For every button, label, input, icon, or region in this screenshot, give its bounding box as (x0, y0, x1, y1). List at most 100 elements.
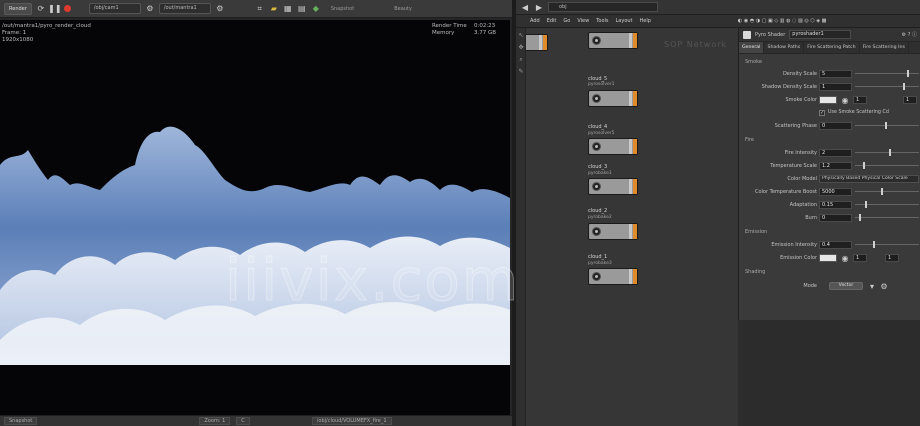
emission-color-g[interactable]: 1 (885, 254, 899, 262)
shadow-density-field[interactable]: 1 (819, 83, 852, 91)
region-icon[interactable]: ⌗ (255, 4, 265, 14)
burn-slider[interactable] (855, 214, 919, 221)
smoke-color-swatch[interactable] (819, 96, 837, 104)
pause-icon[interactable]: ❚❚ (48, 4, 61, 14)
shading-mode-button[interactable]: Vector (829, 282, 863, 290)
scatter-phase-field[interactable]: 0 (819, 122, 852, 130)
burn-field[interactable]: 0 (819, 214, 852, 222)
smoke-color-g[interactable]: 1 (903, 96, 917, 104)
slider-knob[interactable] (907, 70, 909, 77)
smoke-color-r[interactable]: 1 (853, 96, 867, 104)
scatter-phase-slider[interactable] (855, 122, 919, 129)
node-display-flag[interactable] (633, 269, 637, 284)
network-canvas[interactable]: SOP Network cloud_5 pyrosolver1 cloud_4 … (516, 28, 738, 426)
save-icon[interactable]: ▦ (283, 4, 293, 14)
tab-shadow-paths[interactable]: Shadow Paths (764, 42, 805, 53)
back-arrow-icon[interactable]: ◀ (520, 2, 530, 12)
node-cloud-5[interactable] (588, 90, 638, 107)
network-path-field[interactable]: obj (548, 2, 658, 12)
menu-icon[interactable]: ▾ (867, 281, 877, 291)
fire-intensity-slider[interactable] (855, 149, 919, 156)
node-display-flag[interactable] (633, 224, 637, 239)
node-cloud-4[interactable] (588, 138, 638, 155)
refresh-icon[interactable]: ⟳ (36, 4, 46, 14)
menu-tools[interactable]: Tools (596, 18, 608, 24)
select-tool-icon[interactable]: ↖ (517, 32, 525, 40)
menu-view[interactable]: View (577, 18, 589, 24)
menu-layout[interactable]: Layout (616, 18, 633, 24)
density-scale-field[interactable]: 5 (819, 70, 852, 78)
rop-settings-icon[interactable]: ⚙ (215, 4, 225, 14)
node-bypass-flag[interactable] (539, 35, 542, 50)
node-name-field[interactable]: pyroshader1 (789, 30, 852, 39)
camera-dropdown[interactable]: /obj/cam1 (88, 3, 141, 14)
fire-intensity-field[interactable]: 2 (819, 149, 852, 157)
note-tool-icon[interactable]: ✎ (517, 68, 525, 76)
rop-dropdown[interactable]: /out/mantra1 (158, 3, 211, 14)
adaptation-slider[interactable] (855, 201, 919, 208)
grid-icon[interactable]: ▤ (297, 4, 307, 14)
slider-knob[interactable] (865, 201, 867, 208)
snapshot-label[interactable]: Snapshot (325, 6, 360, 12)
statusbar-snapshot[interactable]: Snapshot (4, 417, 38, 425)
menu-help[interactable]: Help (640, 18, 651, 24)
tab-fire-scattering-ins[interactable]: Fire Scattering Ins (860, 42, 909, 53)
gear-icon[interactable]: ⚙ (879, 281, 889, 291)
folder-icon[interactable]: ▰ (269, 4, 279, 14)
color-temp-slider[interactable] (855, 188, 919, 195)
mode-label[interactable]: Beauty (388, 6, 418, 12)
node-display-flag[interactable] (633, 91, 637, 106)
tab-general[interactable]: General (739, 42, 765, 53)
node-cloud-2[interactable] (588, 223, 638, 240)
color-picker-icon[interactable]: ◉ (840, 95, 850, 105)
statusbar-path[interactable]: /obj/cloud/VOLUMEFX_fire_1 (311, 417, 392, 425)
node-bypass-flag[interactable] (629, 33, 632, 48)
color-icon[interactable]: ◆ (311, 4, 321, 14)
node-bypass-flag[interactable] (629, 139, 632, 154)
camera-settings-icon[interactable]: ⚙ (145, 4, 155, 14)
node-bypass-flag[interactable] (629, 91, 632, 106)
node-display-flag[interactable] (633, 139, 637, 154)
node-display-flag[interactable] (633, 179, 637, 194)
node-bypass-flag[interactable] (629, 179, 632, 194)
color-temp-field[interactable]: 5000 (819, 188, 852, 196)
menu-edit[interactable]: Edit (547, 18, 557, 24)
slider-knob[interactable] (889, 149, 891, 156)
temperature-scale-field[interactable]: 1.2 (819, 162, 852, 170)
zoom-tool-icon[interactable]: ⌕ (517, 56, 525, 64)
menu-add[interactable]: Add (530, 18, 540, 24)
density-scale-slider[interactable] (855, 70, 919, 77)
node-cloud-3[interactable] (588, 178, 638, 195)
color-model-dropdown[interactable]: Physically Based Physical Color Scale (819, 175, 919, 183)
slider-knob[interactable] (859, 214, 861, 221)
slider-knob[interactable] (881, 188, 883, 195)
emission-intensity-slider[interactable] (855, 241, 919, 248)
shadow-density-slider[interactable] (855, 83, 919, 90)
tab-fire-scattering-patch[interactable]: Fire Scattering Patch (804, 42, 860, 53)
emission-color-r[interactable]: 1 (853, 254, 867, 262)
forward-arrow-icon[interactable]: ▶ (534, 2, 544, 12)
node-top[interactable] (588, 32, 638, 49)
node-cloud-1[interactable] (588, 268, 638, 285)
use-smoke-cd-checkbox[interactable]: ✓ (819, 110, 825, 116)
temperature-scale-slider[interactable] (855, 162, 919, 169)
slider-knob[interactable] (885, 122, 887, 129)
render-button[interactable]: Render (4, 2, 32, 15)
slider-knob[interactable] (863, 162, 865, 169)
statusbar-channel[interactable]: C (236, 417, 250, 425)
node-display-flag[interactable] (633, 33, 637, 48)
slider-knob[interactable] (903, 83, 905, 90)
color-picker-icon[interactable]: ◉ (840, 253, 850, 263)
adaptation-field[interactable]: 0.15 (819, 201, 852, 209)
node-bypass-flag[interactable] (629, 269, 632, 284)
emission-color-swatch[interactable] (819, 254, 837, 262)
menu-go[interactable]: Go (563, 18, 570, 24)
node-bypass-flag[interactable] (629, 224, 632, 239)
statusbar-zoom[interactable]: Zoom: 1 (199, 417, 231, 425)
emission-intensity-field[interactable]: 0.4 (819, 241, 852, 249)
render-image[interactable]: /out/mantra1/pyro_render_cloud Frame: 1 … (0, 20, 510, 415)
node-display-flag[interactable] (543, 35, 547, 50)
stop-render-icon[interactable] (63, 5, 71, 12)
pan-tool-icon[interactable]: ✥ (517, 44, 525, 52)
slider-knob[interactable] (873, 241, 875, 248)
